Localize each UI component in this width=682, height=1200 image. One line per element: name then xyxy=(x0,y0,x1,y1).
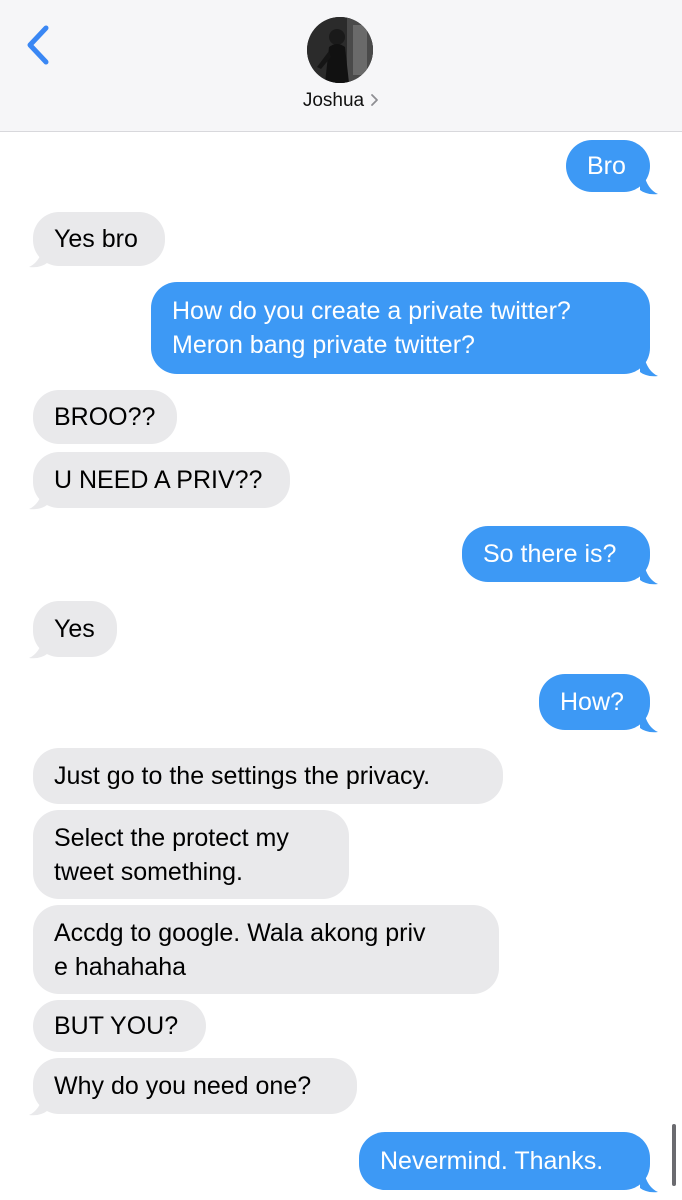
message-bubble-received[interactable]: Accdg to google. Wala akong priv e hahah… xyxy=(33,905,499,994)
message-text: How? xyxy=(560,688,624,716)
message-bubble-sent[interactable]: So there is? xyxy=(462,526,650,582)
message-bubble-sent[interactable]: Nevermind. Thanks. xyxy=(359,1132,650,1190)
chevron-left-icon xyxy=(27,25,49,65)
message-text: Bro xyxy=(587,152,626,180)
message-bubble-sent[interactable]: How? xyxy=(539,674,650,730)
bubble-tail-sent xyxy=(640,174,658,195)
back-button[interactable] xyxy=(22,22,56,68)
message-bubble-received[interactable]: U NEED A PRIV?? xyxy=(33,452,290,508)
message-text: Yes xyxy=(54,615,95,643)
message-text: So there is? xyxy=(483,540,617,568)
contact-name-button[interactable]: Joshua xyxy=(0,90,682,113)
message-text: Just go to the settings the privacy. xyxy=(54,762,431,790)
bubble-tail-sent xyxy=(640,1172,658,1193)
message-bubble-received[interactable]: Yes bro xyxy=(33,212,165,266)
bubble-tail-received xyxy=(29,247,47,268)
bubble-tail-sent xyxy=(640,712,658,733)
conversation-header: Joshua xyxy=(0,0,682,132)
message-bubble-sent[interactable]: Bro xyxy=(566,140,650,192)
message-bubble-sent[interactable]: How do you create a private twitter? Mer… xyxy=(151,282,650,374)
message-text-line: Select the protect my xyxy=(54,823,289,852)
message-text-line: How do you create a private twitter? xyxy=(172,297,571,325)
scrollbar[interactable] xyxy=(672,1124,676,1186)
bubble-tail-sent xyxy=(640,564,658,585)
message-text: BUT YOU? xyxy=(54,1012,179,1040)
message-text: Why do you need one? xyxy=(54,1072,312,1100)
avatar[interactable] xyxy=(307,17,373,83)
message-thread: Bro Yes bro How do you create a private … xyxy=(0,132,682,1200)
message-text-line: Meron bang private twitter? xyxy=(172,331,475,359)
bubble-tail-sent xyxy=(640,356,658,377)
message-bubble-received[interactable]: Select the protect my tweet something. xyxy=(33,810,349,899)
message-text-line: tweet something. xyxy=(54,857,243,886)
message-text: Yes bro xyxy=(54,225,138,253)
message-text: U NEED A PRIV?? xyxy=(54,466,263,494)
message-bubble-received[interactable]: Why do you need one? xyxy=(33,1058,357,1114)
contact-name: Joshua xyxy=(302,90,365,111)
message-text: BROO?? xyxy=(54,403,156,431)
message-text-line: e hahahaha xyxy=(54,952,187,981)
message-bubble-received[interactable]: BROO?? xyxy=(33,390,177,444)
chevron-right-icon xyxy=(370,91,379,113)
message-text-line: Accdg to google. Wala akong priv xyxy=(54,918,426,947)
bubble-tail-received xyxy=(29,638,47,659)
message-bubble-received[interactable]: BUT YOU? xyxy=(33,1000,206,1052)
bubble-tail-received xyxy=(29,1095,47,1116)
bubble-tail-received xyxy=(29,489,47,510)
message-bubble-received[interactable]: Just go to the settings the privacy. xyxy=(33,748,503,804)
message-text: Nevermind. Thanks. xyxy=(380,1147,604,1175)
